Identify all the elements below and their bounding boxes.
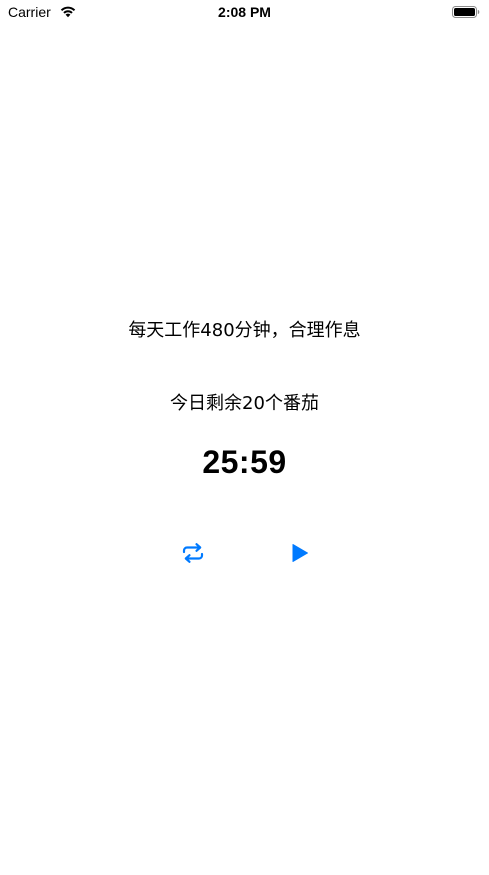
status-bar: Carrier 2:08 PM — [0, 0, 489, 26]
play-icon — [292, 544, 308, 562]
battery-icon — [452, 6, 480, 18]
daily-motto: 每天工作480分钟，合理作息 — [128, 320, 361, 341]
play-button[interactable] — [285, 538, 315, 568]
status-time: 2:08 PM — [218, 4, 271, 20]
repeat-icon — [182, 543, 204, 563]
remaining-pomodoros: 今日剩余20个番茄 — [170, 393, 319, 414]
reset-button[interactable] — [178, 538, 208, 568]
countdown-timer: 25:59 — [202, 444, 287, 480]
